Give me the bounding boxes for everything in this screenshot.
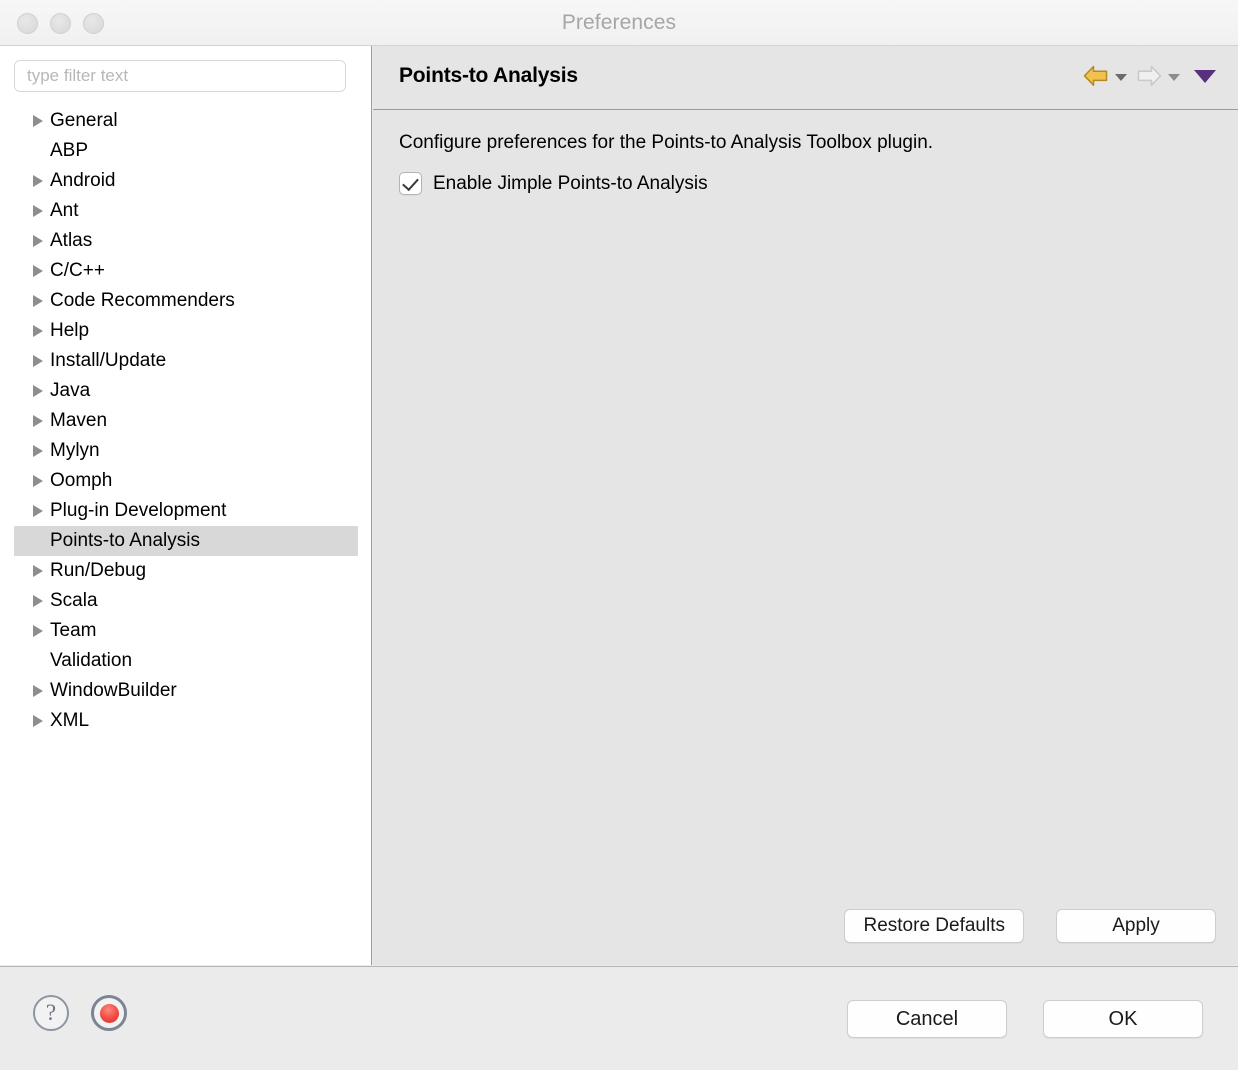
- back-nav-group[interactable]: [1078, 64, 1131, 88]
- sidebar-item-label: Help: [50, 320, 90, 341]
- disclosure-triangle-icon[interactable]: [33, 415, 43, 427]
- sidebar-item-ant[interactable]: Ant: [14, 196, 358, 226]
- disclosure-triangle-icon[interactable]: [33, 445, 43, 457]
- sidebar-item-label: C/C++: [50, 260, 105, 281]
- preferences-tree: General ABP Android Ant Atlas C/C++ Code Recom…: [0, 106, 371, 736]
- window-title: Preferences: [561, 11, 677, 34]
- sidebar-item-mylyn[interactable]: Mylyn: [14, 436, 358, 466]
- sidebar-item-windowbuilder[interactable]: WindowBuilder: [14, 676, 358, 706]
- dialog-footer: ? Cancel OK: [0, 966, 1238, 1070]
- disclosure-triangle-icon[interactable]: [33, 265, 43, 277]
- sidebar-item-label: Atlas: [50, 230, 93, 251]
- page-body: Configure preferences for the Points-to …: [373, 110, 1238, 195]
- page-title: Points-to Analysis: [399, 64, 578, 87]
- sidebar-item-label: Oomph: [50, 470, 113, 491]
- page-nav-toolbar: [1078, 64, 1216, 88]
- sidebar-item-java[interactable]: Java: [14, 376, 358, 406]
- sidebar-item-label: Team: [50, 620, 97, 641]
- sidebar-item-label: Points-to Analysis: [50, 530, 200, 551]
- disclosure-triangle-icon[interactable]: [33, 715, 43, 727]
- sidebar-item-scala[interactable]: Scala: [14, 586, 358, 616]
- sidebar-item-label: General: [50, 110, 118, 131]
- disclosure-triangle-icon[interactable]: [33, 175, 43, 187]
- sidebar-item-plug-in-development[interactable]: Plug-in Development: [14, 496, 358, 526]
- preferences-window: Preferences General ABP Android Ant Atlas C/C…: [0, 0, 1238, 1070]
- sidebar-item-label: Maven: [50, 410, 108, 431]
- filter-field-wrapper: [14, 60, 346, 92]
- forward-arrow-icon[interactable]: [1135, 64, 1163, 88]
- sidebar-item-label: Plug-in Development: [50, 500, 227, 521]
- disclosure-triangle-icon[interactable]: [33, 565, 43, 577]
- sidebar-item-label: Run/Debug: [50, 560, 147, 581]
- footer-icon-group: ?: [33, 995, 127, 1031]
- disclosure-triangle-icon[interactable]: [33, 205, 43, 217]
- sidebar-item-label: WindowBuilder: [50, 680, 177, 701]
- sidebar-item-general[interactable]: General: [14, 106, 358, 136]
- sidebar-item-label: Code Recommenders: [50, 290, 235, 311]
- disclosure-triangle-icon[interactable]: [33, 115, 43, 127]
- enable-jimple-points-to-analysis-row[interactable]: Enable Jimple Points-to Analysis: [399, 172, 1212, 195]
- sidebar-item-label: Ant: [50, 200, 79, 221]
- enable-jimple-points-to-analysis-label: Enable Jimple Points-to Analysis: [433, 172, 708, 194]
- page-header: Points-to Analysis: [373, 46, 1238, 110]
- apply-button[interactable]: Apply: [1056, 909, 1216, 943]
- disclosure-triangle-icon[interactable]: [33, 685, 43, 697]
- dialog-buttons: Cancel OK: [847, 1000, 1203, 1038]
- sidebar-item-c-c[interactable]: C/C++: [14, 256, 358, 286]
- page-description: Configure preferences for the Points-to …: [399, 132, 934, 153]
- sidebar-item-android[interactable]: Android: [14, 166, 358, 196]
- sidebar-item-label: XML: [50, 710, 90, 731]
- disclosure-triangle-icon[interactable]: [33, 625, 43, 637]
- disclosure-triangle-icon[interactable]: [33, 295, 43, 307]
- disclosure-triangle-icon[interactable]: [33, 385, 43, 397]
- sidebar-item-run-debug[interactable]: Run/Debug: [14, 556, 358, 586]
- forward-history-caret-icon[interactable]: [1168, 73, 1180, 81]
- disclosure-triangle-icon[interactable]: [33, 505, 43, 517]
- record-dot-icon: [99, 1003, 119, 1023]
- sidebar-item-maven[interactable]: Maven: [14, 406, 358, 436]
- forward-nav-group[interactable]: [1131, 64, 1184, 88]
- disclosure-triangle-icon[interactable]: [33, 325, 43, 337]
- sidebar-item-oomph[interactable]: Oomph: [14, 466, 358, 496]
- sidebar-item-label: Android: [50, 170, 116, 191]
- sidebar-item-install-update[interactable]: Install/Update: [14, 346, 358, 376]
- sidebar-item-xml[interactable]: XML: [14, 706, 358, 736]
- back-arrow-icon[interactable]: [1082, 64, 1110, 88]
- disclosure-triangle-icon[interactable]: [33, 235, 43, 247]
- sidebar-item-label: ABP: [50, 140, 89, 161]
- help-icon[interactable]: ?: [33, 995, 69, 1031]
- disclosure-triangle-icon[interactable]: [33, 355, 43, 367]
- sidebar-item-label: Mylyn: [50, 440, 100, 461]
- sidebar-item-code-recommenders[interactable]: Code Recommenders: [14, 286, 358, 316]
- page-action-buttons: Restore Defaults Apply: [844, 909, 1216, 943]
- window-titlebar: Preferences: [0, 0, 1238, 46]
- preferences-sidebar: General ABP Android Ant Atlas C/C++ Code Recom…: [0, 46, 372, 965]
- sidebar-item-label: Java: [50, 380, 91, 401]
- sidebar-item-label: Install/Update: [50, 350, 167, 371]
- disclosure-triangle-icon[interactable]: [33, 475, 43, 487]
- preferences-content-panel: Points-to Analysis Configure preferences…: [373, 46, 1238, 965]
- sidebar-item-label: Validation: [50, 650, 133, 671]
- sidebar-item-points-to-analysis[interactable]: Points-to Analysis: [14, 526, 358, 556]
- page-menu-dropdown-icon[interactable]: [1194, 69, 1216, 83]
- filter-input[interactable]: [14, 60, 346, 92]
- sidebar-item-help[interactable]: Help: [14, 316, 358, 346]
- sidebar-item-validation[interactable]: Validation: [14, 646, 358, 676]
- cancel-button[interactable]: Cancel: [847, 1000, 1007, 1038]
- sidebar-item-abp[interactable]: ABP: [14, 136, 358, 166]
- record-button-icon[interactable]: [91, 995, 127, 1031]
- sidebar-item-atlas[interactable]: Atlas: [14, 226, 358, 256]
- checkmark-icon: [402, 173, 419, 192]
- sidebar-item-label: Scala: [50, 590, 98, 611]
- restore-defaults-button[interactable]: Restore Defaults: [844, 909, 1024, 943]
- disclosure-triangle-icon[interactable]: [33, 595, 43, 607]
- enable-jimple-points-to-analysis-checkbox[interactable]: [399, 172, 422, 195]
- ok-button[interactable]: OK: [1043, 1000, 1203, 1038]
- sidebar-item-team[interactable]: Team: [14, 616, 358, 646]
- back-history-caret-icon[interactable]: [1115, 73, 1127, 81]
